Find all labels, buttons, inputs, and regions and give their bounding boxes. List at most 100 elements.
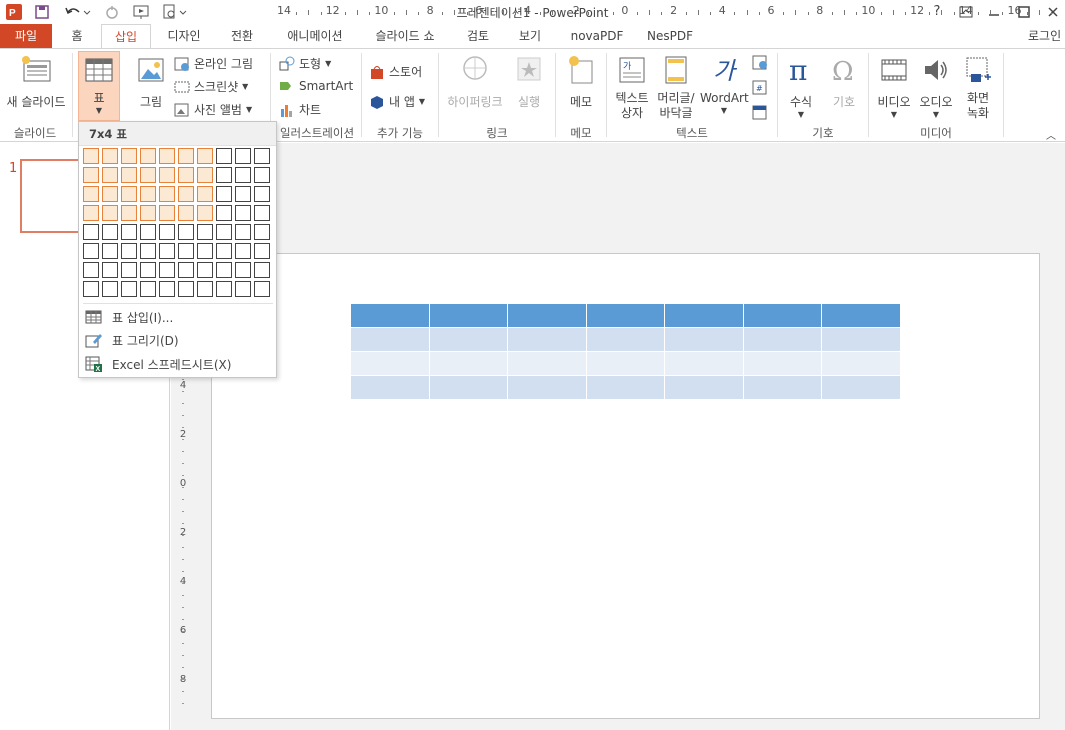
table-cell[interactable] xyxy=(821,375,901,400)
table-grid-cell[interactable] xyxy=(121,205,137,221)
table-grid-cell[interactable] xyxy=(102,281,118,297)
table-cell[interactable] xyxy=(350,303,430,328)
table-grid-cell[interactable] xyxy=(83,281,99,297)
table-cell[interactable] xyxy=(664,375,744,400)
table-grid-cell[interactable] xyxy=(254,148,270,164)
table-grid-cell[interactable] xyxy=(83,262,99,278)
table-grid-cell[interactable] xyxy=(140,167,156,183)
table-grid-cell[interactable] xyxy=(121,224,137,240)
table-grid-cell[interactable] xyxy=(216,243,232,259)
table-cell[interactable] xyxy=(821,303,901,328)
video-button[interactable]: 비디오 ▼ xyxy=(874,55,914,120)
table-grid-cell[interactable] xyxy=(197,167,213,183)
wordart-button[interactable]: 가 WordArt ▼ xyxy=(700,55,749,116)
tab-transitions[interactable]: 전환 xyxy=(222,24,262,48)
table-cell[interactable] xyxy=(585,327,666,352)
table-grid-cell[interactable] xyxy=(254,205,270,221)
tab-novapdf[interactable]: novaPDF xyxy=(566,24,628,48)
table-row[interactable] xyxy=(350,303,901,328)
chart-button[interactable]: 차트 xyxy=(279,101,321,118)
table-cell[interactable] xyxy=(742,351,823,376)
table-grid-cell[interactable] xyxy=(140,186,156,202)
table-grid-cell[interactable] xyxy=(197,262,213,278)
login-link[interactable]: 로그인 xyxy=(1028,24,1065,48)
table-grid-cell[interactable] xyxy=(140,148,156,164)
table-grid-cell[interactable] xyxy=(235,148,251,164)
table-grid-cell[interactable] xyxy=(254,167,270,183)
table-cell[interactable] xyxy=(742,327,823,352)
table-grid-cell[interactable] xyxy=(102,262,118,278)
table-grid-cell[interactable] xyxy=(216,281,232,297)
action-button[interactable]: 실행 xyxy=(510,55,548,110)
table-grid-cell[interactable] xyxy=(254,262,270,278)
table-grid-cell[interactable] xyxy=(216,148,232,164)
table-cell[interactable] xyxy=(585,303,666,328)
table-cell[interactable] xyxy=(507,351,587,376)
table-cell[interactable] xyxy=(742,303,823,328)
photo-album-button[interactable]: 사진 앨범 ▼ xyxy=(174,101,252,118)
table-grid-cell[interactable] xyxy=(178,243,194,259)
table-grid-cell[interactable] xyxy=(178,262,194,278)
tab-slideshow[interactable]: 슬라이드 쇼 xyxy=(366,24,444,48)
new-slide-button[interactable]: 새 슬라이드 xyxy=(4,55,68,110)
table-grid-cell[interactable] xyxy=(140,243,156,259)
table-grid-cell[interactable] xyxy=(140,262,156,278)
table-grid-cell[interactable] xyxy=(216,224,232,240)
table-grid-cell[interactable] xyxy=(235,262,251,278)
object-icon[interactable] xyxy=(752,105,768,121)
slide-table[interactable] xyxy=(350,303,901,400)
hyperlink-button[interactable]: 하이퍼링크 xyxy=(444,55,506,110)
tab-view[interactable]: 보기 xyxy=(510,24,550,48)
table-grid-cell[interactable] xyxy=(83,224,99,240)
table-row[interactable] xyxy=(350,351,901,376)
table-grid-cell[interactable] xyxy=(254,224,270,240)
table-cell[interactable] xyxy=(507,375,587,400)
tab-review[interactable]: 검토 xyxy=(458,24,498,48)
header-footer-button[interactable]: 머리글/ 바닥글 xyxy=(654,55,698,121)
table-cell[interactable] xyxy=(664,327,744,352)
table-grid-cell[interactable] xyxy=(83,167,99,183)
table-grid-cell[interactable] xyxy=(159,186,175,202)
tab-design[interactable]: 디자인 xyxy=(160,24,208,48)
table-cell[interactable] xyxy=(428,327,509,352)
table-cell[interactable] xyxy=(585,375,666,400)
table-cell[interactable] xyxy=(428,351,509,376)
table-grid-cell[interactable] xyxy=(83,148,99,164)
draw-table-menu-item[interactable]: 표 그리기(D) xyxy=(85,329,179,351)
table-grid-cell[interactable] xyxy=(216,205,232,221)
table-grid-cell[interactable] xyxy=(159,281,175,297)
table-button[interactable]: 표 ▼ xyxy=(78,51,120,121)
table-grid-cell[interactable] xyxy=(102,148,118,164)
table-grid-cell[interactable] xyxy=(216,262,232,278)
table-row[interactable] xyxy=(350,327,901,352)
table-grid-cell[interactable] xyxy=(140,205,156,221)
comment-button[interactable]: 메모 xyxy=(562,55,600,110)
table-cell[interactable] xyxy=(507,303,587,328)
table-grid-cell[interactable] xyxy=(121,262,137,278)
close-icon[interactable] xyxy=(1040,2,1065,22)
table-grid-cell[interactable] xyxy=(140,224,156,240)
table-grid-cell[interactable] xyxy=(197,186,213,202)
table-cell[interactable] xyxy=(585,351,666,376)
table-grid-cell[interactable] xyxy=(197,205,213,221)
table-cell[interactable] xyxy=(821,327,901,352)
equation-button[interactable]: π 수식 ▼ xyxy=(783,54,819,120)
table-grid-cell[interactable] xyxy=(216,186,232,202)
online-picture-button[interactable]: 온라인 그림 xyxy=(174,55,253,72)
table-cell[interactable] xyxy=(664,351,744,376)
table-cell[interactable] xyxy=(664,303,744,328)
table-grid-cell[interactable] xyxy=(235,205,251,221)
tab-nespdf[interactable]: NesPDF xyxy=(642,24,698,48)
tab-insert[interactable]: 삽입 xyxy=(101,24,151,49)
table-grid-cell[interactable] xyxy=(121,148,137,164)
table-grid-cell[interactable] xyxy=(197,224,213,240)
table-grid-cell[interactable] xyxy=(121,167,137,183)
table-cell[interactable] xyxy=(350,351,430,376)
collapse-ribbon-icon[interactable]: ︿ xyxy=(1046,127,1056,142)
table-grid-cell[interactable] xyxy=(102,243,118,259)
table-grid-cell[interactable] xyxy=(102,186,118,202)
table-grid-cell[interactable] xyxy=(140,281,156,297)
tab-animations[interactable]: 애니메이션 xyxy=(278,24,352,48)
table-grid-cell[interactable] xyxy=(159,148,175,164)
table-grid-cell[interactable] xyxy=(159,262,175,278)
